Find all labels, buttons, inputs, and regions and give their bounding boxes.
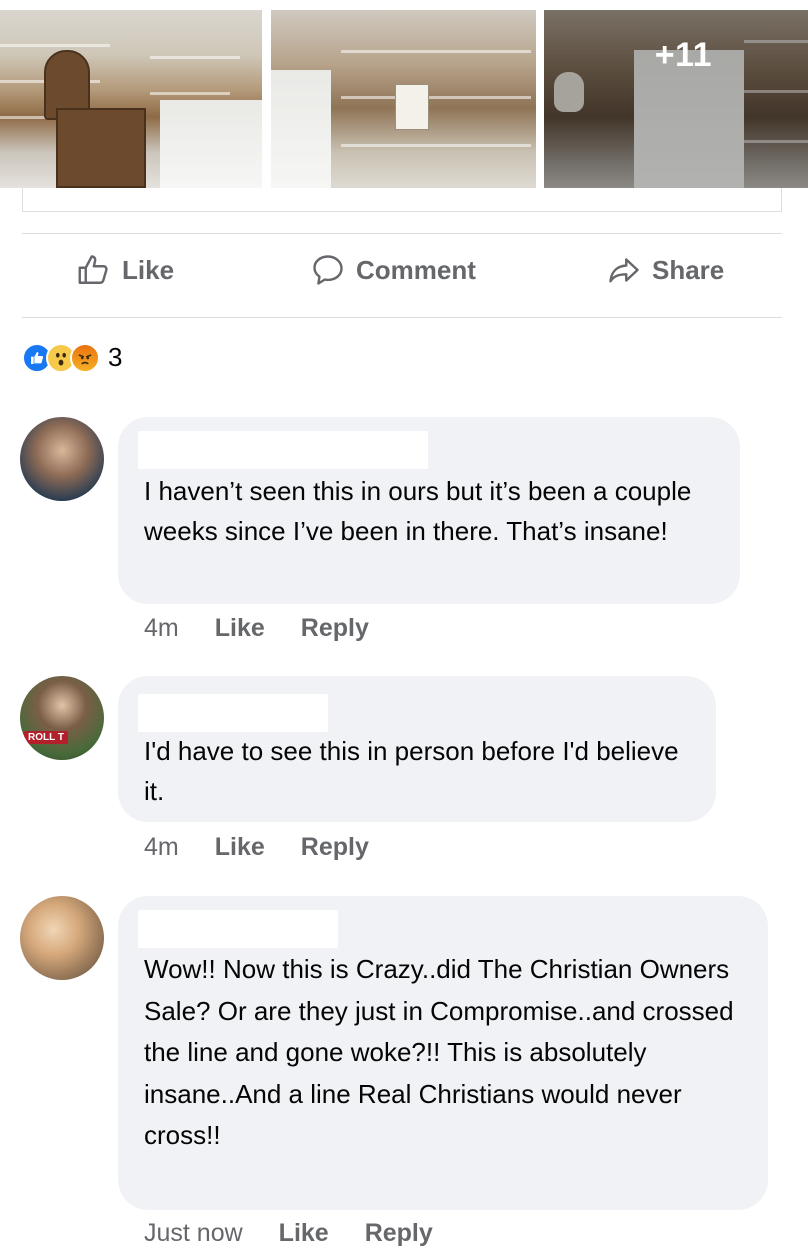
comment-bubble: I'd have to see this in person before I'… bbox=[118, 676, 716, 822]
link-preview-card bbox=[22, 188, 782, 212]
comment-reply-button[interactable]: Reply bbox=[365, 1219, 433, 1248]
comment-meta: 4m Like Reply bbox=[144, 833, 369, 862]
divider-top bbox=[22, 233, 782, 234]
more-photos-count: +11 bbox=[654, 36, 712, 74]
comment-timestamp[interactable]: 4m bbox=[144, 614, 179, 643]
post-view: +11 Like Comment Share 3 I haven’t seen … bbox=[0, 0, 808, 1254]
comment-text: I haven’t seen this in ours but it’s bee… bbox=[144, 476, 692, 546]
comment-like-button[interactable]: Like bbox=[279, 1219, 329, 1248]
redacted-commenter-name bbox=[138, 694, 328, 732]
commenter-avatar[interactable]: ROLL T bbox=[20, 676, 104, 760]
reactions-summary[interactable]: 3 bbox=[22, 342, 122, 373]
post-photo-1[interactable] bbox=[0, 10, 262, 188]
comment-bubble-icon bbox=[313, 255, 343, 285]
like-button[interactable]: Like bbox=[76, 252, 174, 288]
comment-text: Wow!! Now this is Crazy..did The Christi… bbox=[144, 954, 734, 1150]
comment-button[interactable]: Comment bbox=[310, 252, 476, 288]
angry-reaction-icon bbox=[70, 342, 100, 373]
commenter-avatar[interactable] bbox=[20, 896, 104, 980]
comment-bubble: I haven’t seen this in ours but it’s bee… bbox=[118, 417, 740, 604]
like-label: Like bbox=[122, 254, 175, 285]
commenter-avatar[interactable] bbox=[20, 417, 104, 501]
comment-text: I'd have to see this in person before I'… bbox=[144, 736, 679, 806]
post-photo-3[interactable]: +11 bbox=[544, 10, 808, 188]
divider-bottom bbox=[22, 317, 782, 318]
reaction-count: 3 bbox=[108, 342, 123, 372]
comment-like-button[interactable]: Like bbox=[215, 833, 265, 862]
post-photo-2[interactable] bbox=[271, 10, 536, 188]
share-button[interactable]: Share bbox=[606, 252, 724, 288]
redacted-commenter-name bbox=[138, 431, 428, 469]
comment-meta: 4m Like Reply bbox=[144, 614, 369, 643]
comment-timestamp[interactable]: 4m bbox=[144, 833, 179, 862]
comment-reply-button[interactable]: Reply bbox=[301, 614, 369, 643]
avatar-banner-text: ROLL T bbox=[24, 731, 68, 744]
post-photo-grid: +11 bbox=[0, 0, 808, 188]
comment-reply-button[interactable]: Reply bbox=[301, 833, 369, 862]
comment-label: Comment bbox=[356, 254, 476, 285]
share-arrow-icon bbox=[609, 258, 639, 283]
comment-like-button[interactable]: Like bbox=[215, 614, 265, 643]
thumbs-up-icon bbox=[78, 255, 108, 284]
comment-bubble: Wow!! Now this is Crazy..did The Christi… bbox=[118, 896, 768, 1210]
share-label: Share bbox=[652, 254, 725, 285]
comment-meta: Just now Like Reply bbox=[144, 1219, 433, 1248]
comment-timestamp[interactable]: Just now bbox=[144, 1219, 243, 1248]
redacted-commenter-name bbox=[138, 910, 338, 948]
